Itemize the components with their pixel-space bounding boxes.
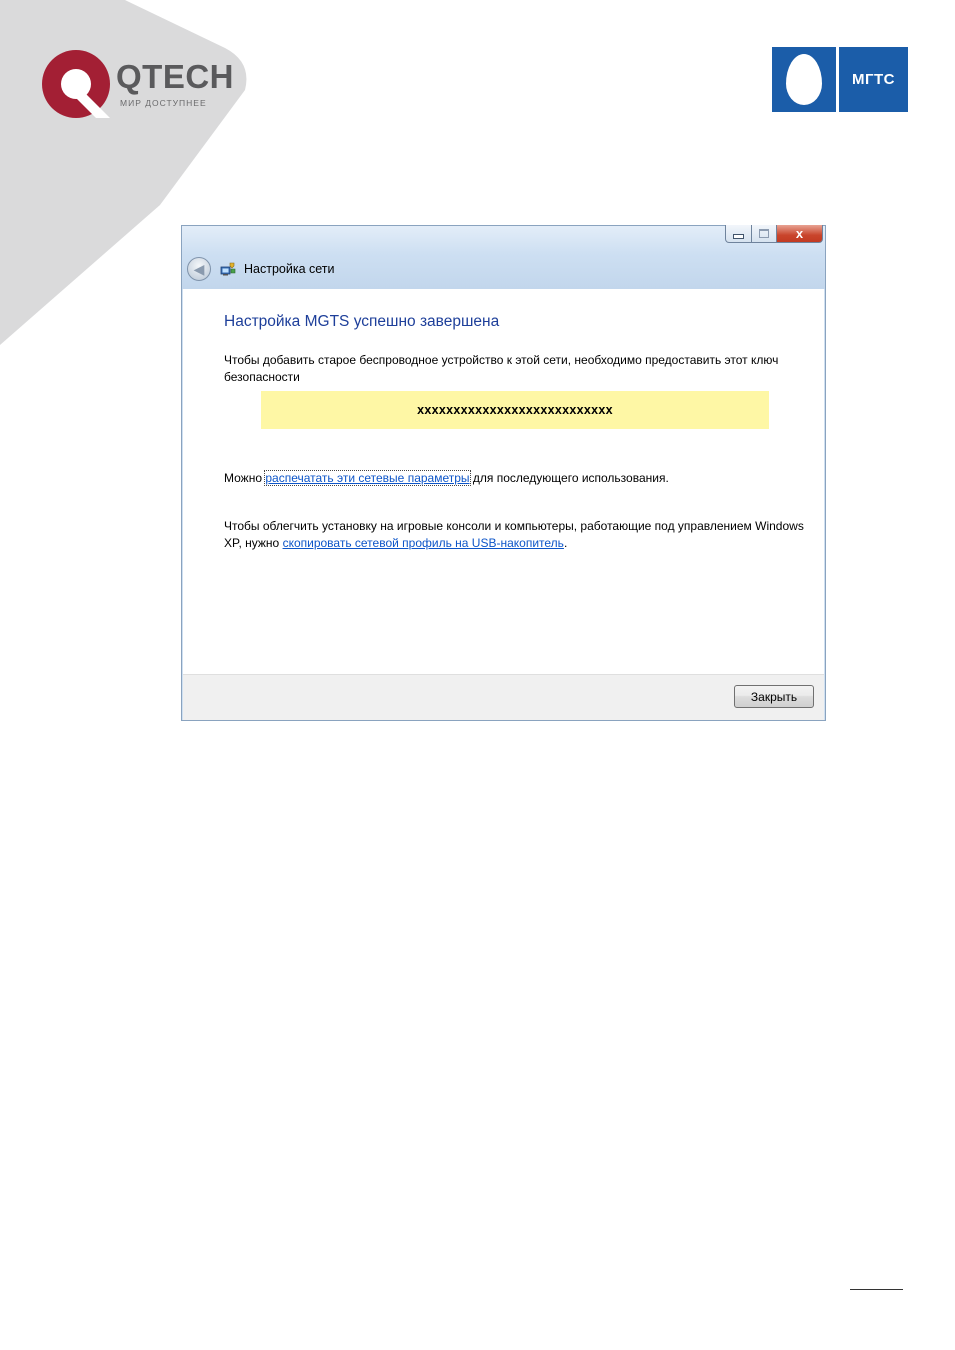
qtech-logo-tagline: МИР ДОСТУПНЕЕ <box>120 98 207 108</box>
security-key-value: xxxxxxxxxxxxxxxxxxxxxxxxxxx <box>417 403 613 417</box>
mgts-egg-block <box>772 47 836 112</box>
print-suffix-text: для последующего использования. <box>469 471 669 485</box>
minimize-button[interactable] <box>725 225 752 243</box>
print-settings-text: Можно распечатать эти сетевые параметры … <box>224 470 814 487</box>
mgts-logo: МГТС <box>772 47 908 112</box>
usb-suffix-text: . <box>563 536 568 550</box>
usb-profile-text: Чтобы облегчить установку на игровые кон… <box>224 518 814 552</box>
print-settings-link[interactable]: распечатать эти сетевые параметры <box>264 470 471 486</box>
maximize-button <box>752 225 777 243</box>
network-setup-icon <box>220 262 236 276</box>
network-setup-window: x ◀ Настройка сети Настройка MGTS успешн… <box>181 225 826 721</box>
copy-to-usb-link[interactable]: скопировать сетевой профиль на USB-накоп… <box>283 536 564 550</box>
dialog-footer: Закрыть <box>183 674 824 720</box>
close-icon: x <box>795 226 804 241</box>
window-title: Настройка сети <box>244 262 335 276</box>
print-prefix-text: Можно <box>224 471 266 485</box>
window-controls: x <box>725 225 823 245</box>
dialog-content: Настройка MGTS успешно завершена Чтобы д… <box>183 289 824 674</box>
maximize-icon <box>759 229 769 238</box>
back-button[interactable]: ◀ <box>187 257 211 281</box>
close-button[interactable]: Закрыть <box>734 685 814 708</box>
qtech-logo: QTECH МИР ДОСТУПНЕЕ <box>40 48 240 120</box>
page-title: Настройка MGTS успешно завершена <box>224 313 500 330</box>
window-close-button[interactable]: x <box>777 225 823 243</box>
mgts-logo-text: МГТС <box>839 47 908 112</box>
window-titlebar: x ◀ Настройка сети <box>182 225 825 289</box>
qtech-logo-text: QTECH <box>116 58 234 95</box>
page-number-rule <box>850 1289 903 1290</box>
qtech-logo-icon <box>42 50 110 118</box>
security-key-instructions: Чтобы добавить старое беспроводное устро… <box>224 353 779 384</box>
security-key-box: xxxxxxxxxxxxxxxxxxxxxxxxxxx <box>261 391 769 429</box>
egg-icon <box>786 54 822 105</box>
back-arrow-icon: ◀ <box>193 260 205 277</box>
minimize-icon <box>733 234 744 239</box>
